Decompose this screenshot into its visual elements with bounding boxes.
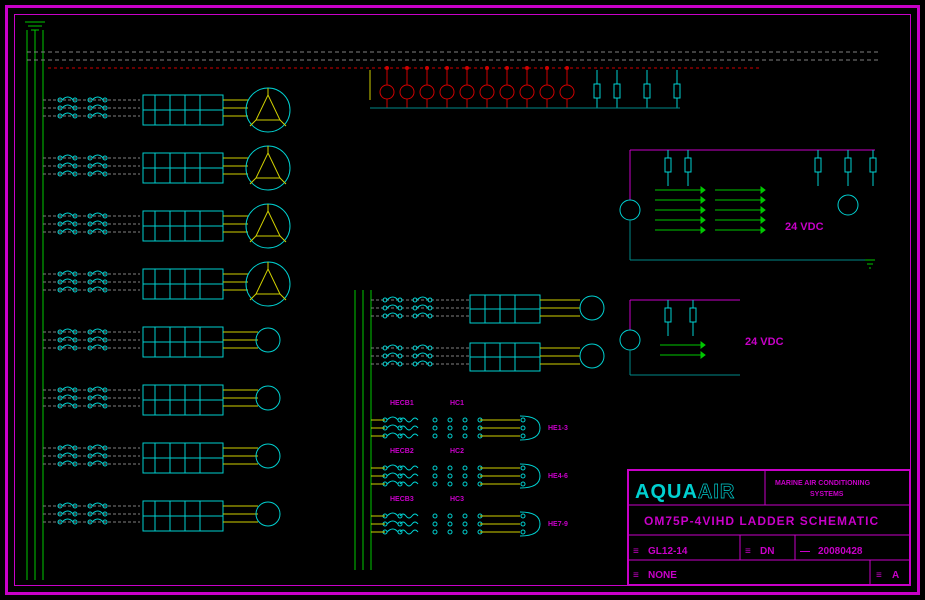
date-prefix: —	[800, 546, 810, 557]
scale-value: GL12-14	[648, 546, 688, 557]
heater-cb-2: HECB2	[390, 448, 414, 455]
sheet-value: NONE	[648, 570, 677, 581]
rev-prefix: ≡	[876, 570, 882, 581]
tagline-2: SYSTEMS	[810, 491, 844, 498]
drawnby-prefix: ≡	[745, 546, 751, 557]
logo-main: AQUAAIR	[635, 481, 735, 503]
heater-cb-1: HECB1	[390, 400, 414, 407]
tagline-1: MARINE AIR CONDITIONING	[775, 480, 871, 487]
date-value: 20080428	[818, 546, 863, 557]
drawing-title: OM75P-4VIHD LADDER SCHEMATIC	[644, 514, 879, 528]
rev-value: A	[892, 570, 899, 581]
heater-cb-3: HECB3	[390, 496, 414, 503]
vdc-block-1: 24 VDC	[620, 150, 876, 268]
heater-c-1: HC1	[450, 400, 464, 407]
drawnby-value: DN	[760, 546, 774, 557]
heater-c-3: HC3	[450, 496, 464, 503]
heater-c-2: HC2	[450, 448, 464, 455]
vdc-block-2: 24 VDC	[620, 300, 784, 375]
sheet-prefix: ≡	[633, 570, 639, 581]
scale-prefix: ≡	[633, 546, 639, 557]
heater-e-3: HE7-9	[548, 521, 568, 528]
heater-e-2: HE4-6	[548, 473, 568, 480]
heater-e-1: HE1-3	[548, 425, 568, 432]
vdc-label-1: 24 VDC	[785, 221, 824, 233]
title-block: AQUAAIR MARINE AIR CONDITIONING SYSTEMS …	[628, 470, 910, 585]
vdc-label-2: 24 VDC	[745, 336, 784, 348]
